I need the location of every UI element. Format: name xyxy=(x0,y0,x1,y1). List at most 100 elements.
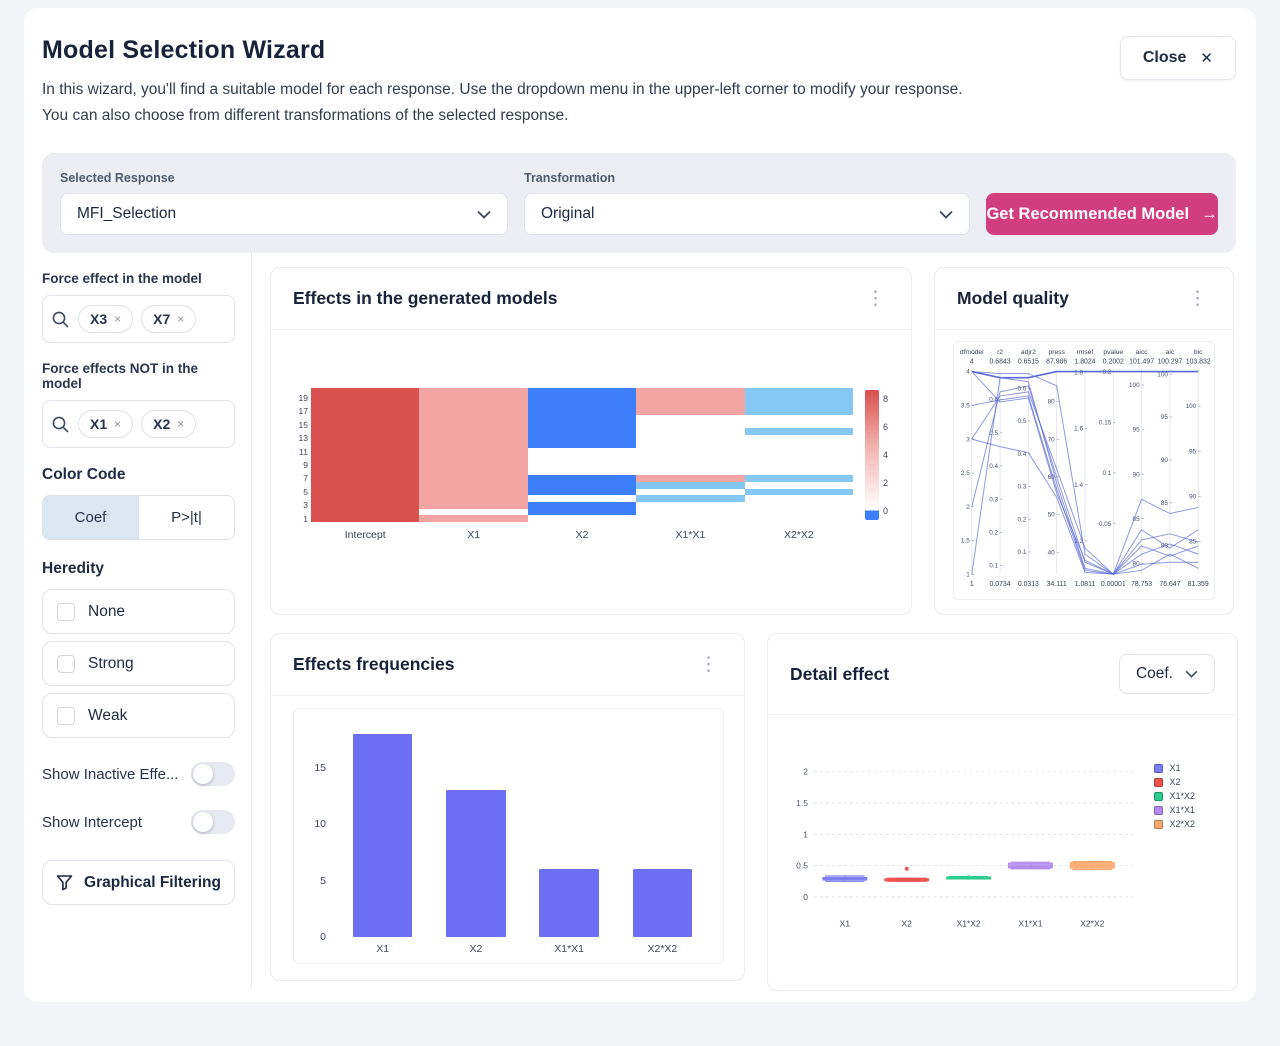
legend-swatch xyxy=(1154,820,1163,829)
kebab-menu-icon[interactable]: ⋮ xyxy=(695,655,722,674)
svg-text:87.986: 87.986 xyxy=(1046,359,1067,366)
svg-text:0.05: 0.05 xyxy=(1099,521,1112,528)
legend-item[interactable]: X2*X2 xyxy=(1154,819,1195,829)
show-inactive-label: Show Inactive Effe... xyxy=(42,766,178,783)
svg-text:90: 90 xyxy=(1189,494,1197,501)
svg-text:100: 100 xyxy=(1186,403,1197,410)
chip-remove-icon[interactable]: × xyxy=(177,417,184,431)
show-inactive-toggle[interactable] xyxy=(191,762,235,786)
chip-x1-label: X1 xyxy=(90,416,107,432)
show-intercept-toggle[interactable] xyxy=(191,810,235,834)
heredity-option-weak[interactable]: Weak xyxy=(42,693,235,738)
color-code-option-coef[interactable]: Coef xyxy=(43,496,138,539)
svg-text:1.0811: 1.0811 xyxy=(1075,581,1096,588)
show-intercept-label: Show Intercept xyxy=(42,814,142,831)
checkbox-icon[interactable] xyxy=(57,707,75,725)
color-code-option-pt[interactable]: P>|t| xyxy=(138,496,234,539)
transformation-dropdown[interactable]: Original xyxy=(524,193,970,235)
svg-text:90: 90 xyxy=(1133,471,1141,478)
svg-text:1: 1 xyxy=(966,572,970,579)
heredity-option-strong[interactable]: Strong xyxy=(42,641,235,686)
svg-text:101.497: 101.497 xyxy=(1129,359,1154,366)
svg-text:0.6843: 0.6843 xyxy=(990,359,1011,366)
svg-text:80: 80 xyxy=(1048,399,1056,406)
legend-label: X2 xyxy=(1169,777,1180,787)
selected-response-field: Selected Response MFI_Selection xyxy=(60,171,508,235)
kebab-menu-icon[interactable]: ⋮ xyxy=(862,289,889,308)
chip-remove-icon[interactable]: × xyxy=(177,312,184,326)
heredity-strong-label: Strong xyxy=(88,655,134,673)
svg-text:95: 95 xyxy=(1161,414,1169,421)
model-quality-card: Model quality ⋮ dfmodel4143.532.521.51r2… xyxy=(934,267,1234,615)
chip-x1[interactable]: X1 × xyxy=(78,410,133,438)
wizard-header: Model Selection Wizard Close ✕ In this w… xyxy=(24,8,1256,253)
chip-x3[interactable]: X3 × xyxy=(78,305,133,333)
description-line-2: You can also choose from different trans… xyxy=(42,103,1236,129)
selected-response-value: MFI_Selection xyxy=(77,205,176,223)
force-out-search[interactable]: X1 × X2 × xyxy=(42,400,235,448)
svg-text:aicc: aicc xyxy=(1136,349,1149,356)
legend-item[interactable]: X1 xyxy=(1154,763,1195,773)
svg-text:50: 50 xyxy=(1048,512,1056,519)
svg-text:2.5: 2.5 xyxy=(961,470,970,477)
svg-text:0.4: 0.4 xyxy=(989,463,998,470)
svg-text:81.359: 81.359 xyxy=(1188,581,1209,588)
detail-metric-dropdown[interactable]: Coef. xyxy=(1119,654,1215,694)
legend-label: X1*X1 xyxy=(1169,805,1195,815)
transformation-field: Transformation Original xyxy=(524,171,970,235)
checkbox-icon[interactable] xyxy=(57,655,75,673)
svg-text:rmsef: rmsef xyxy=(1077,349,1094,356)
get-recommended-model-button[interactable]: Get Recommended Model → xyxy=(986,193,1218,235)
svg-text:78.753: 78.753 xyxy=(1131,581,1152,588)
svg-text:0.0313: 0.0313 xyxy=(1018,581,1039,588)
svg-text:adjr2: adjr2 xyxy=(1021,349,1036,356)
svg-text:X2*X2: X2*X2 xyxy=(1080,919,1104,929)
svg-text:100: 100 xyxy=(1157,371,1168,378)
svg-text:bic: bic xyxy=(1194,349,1203,356)
close-button[interactable]: Close ✕ xyxy=(1120,36,1236,80)
svg-text:1.5: 1.5 xyxy=(796,798,808,808)
frequencies-card: Effects frequencies ⋮ 051015 X1X2X1*X1X2… xyxy=(270,633,745,981)
svg-text:90: 90 xyxy=(1161,457,1169,464)
svg-text:70: 70 xyxy=(1048,436,1056,443)
toggle-knob xyxy=(193,812,213,832)
detail-legend: X1 X2 X1*X2 X1*X1 X2*X2 xyxy=(1154,763,1195,829)
graphical-filtering-button[interactable]: Graphical Filtering xyxy=(42,860,235,905)
model-quality-title: Model quality xyxy=(957,288,1069,309)
svg-text:0.5: 0.5 xyxy=(796,861,808,871)
svg-text:X1: X1 xyxy=(840,919,851,929)
selected-response-label: Selected Response xyxy=(60,171,508,185)
color-code-toggle: Coef P>|t| xyxy=(42,495,235,540)
legend-item[interactable]: X2 xyxy=(1154,777,1195,787)
svg-text:0.2002: 0.2002 xyxy=(1103,359,1124,366)
force-in-search[interactable]: X3 × X7 × xyxy=(42,295,235,343)
svg-text:0.1: 0.1 xyxy=(989,563,998,570)
svg-text:0: 0 xyxy=(803,892,808,902)
svg-text:0.2: 0.2 xyxy=(1018,516,1027,523)
svg-text:85: 85 xyxy=(1161,500,1169,507)
model-quality-chart: dfmodel4143.532.521.51r20.68430.07340.60… xyxy=(953,341,1215,600)
effects-heatmap: 191715131197531 86420 InterceptX1X2X1*X1… xyxy=(271,330,911,541)
wizard-panel: Model Selection Wizard Close ✕ In this w… xyxy=(24,8,1256,1002)
toggle-knob xyxy=(193,764,213,784)
legend-item[interactable]: X1*X2 xyxy=(1154,791,1195,801)
chip-remove-icon[interactable]: × xyxy=(114,417,121,431)
checkbox-icon[interactable] xyxy=(57,603,75,621)
chip-x7[interactable]: X7 × xyxy=(141,305,196,333)
chip-x2[interactable]: X2 × xyxy=(141,410,196,438)
svg-text:1: 1 xyxy=(803,829,808,839)
svg-text:1.6: 1.6 xyxy=(1074,426,1083,433)
svg-text:1.8: 1.8 xyxy=(1074,369,1083,376)
heredity-option-none[interactable]: None xyxy=(42,589,235,634)
detail-metric-value: Coef. xyxy=(1136,665,1173,683)
force-out-label: Force effects NOT in the model xyxy=(42,361,235,391)
svg-text:0.2: 0.2 xyxy=(1102,369,1111,376)
heatmap-plot xyxy=(311,388,853,522)
legend-item[interactable]: X1*X1 xyxy=(1154,805,1195,815)
svg-text:1: 1 xyxy=(970,581,974,588)
chip-remove-icon[interactable]: × xyxy=(114,312,121,326)
selected-response-dropdown[interactable]: MFI_Selection xyxy=(60,193,508,235)
svg-text:100: 100 xyxy=(1129,382,1140,389)
kebab-menu-icon[interactable]: ⋮ xyxy=(1184,289,1211,308)
chip-x2-label: X2 xyxy=(153,416,170,432)
